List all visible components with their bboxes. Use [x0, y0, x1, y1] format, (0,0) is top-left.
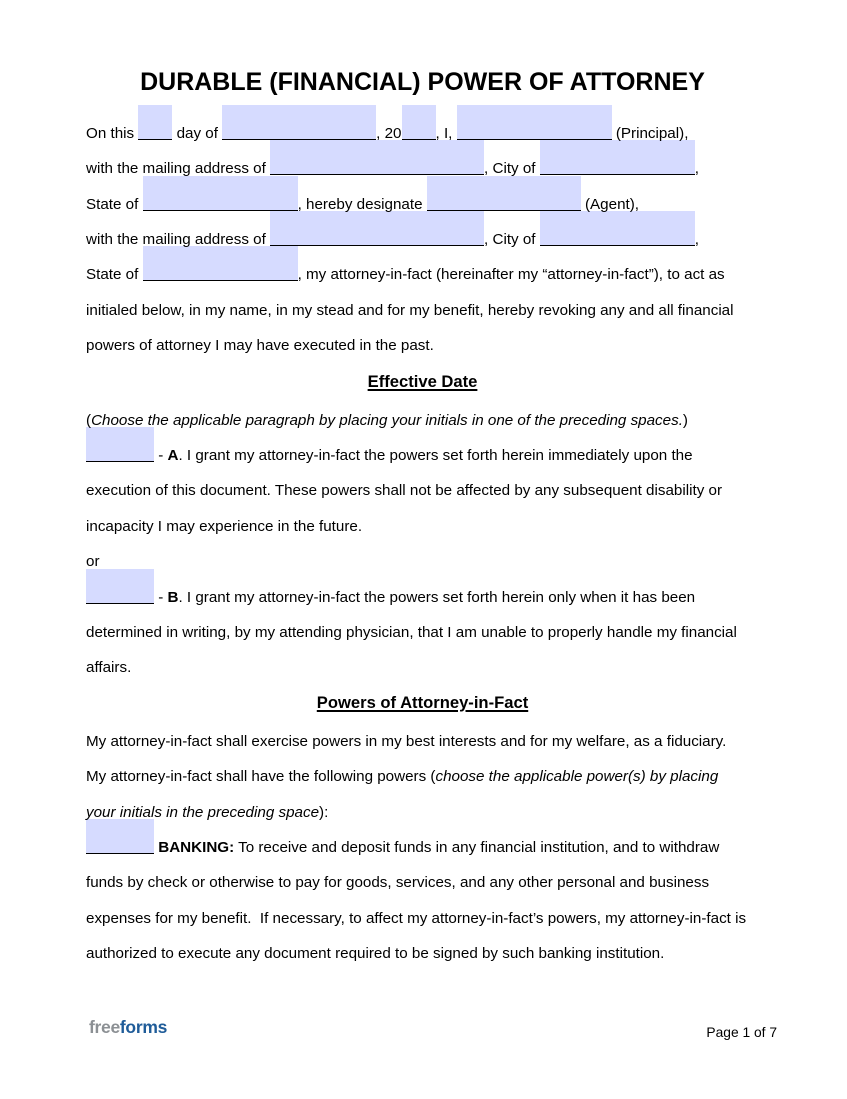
effective-date-instruction: (Choose the applicable paragraph by plac… — [86, 412, 688, 430]
banking-continuation: funds by check or otherwise to pay for g… — [86, 874, 710, 892]
logo-forms: forms — [119, 1017, 168, 1037]
option-a-continuation: execution of this document. These powers… — [86, 482, 723, 500]
option-b-continuation: affairs. — [86, 659, 132, 677]
banking-line: BANKING: To receive and deposit funds in… — [86, 818, 720, 857]
option-b-line: - B. I grant my attorney-in-fact the pow… — [86, 568, 696, 607]
intro-line-6: initialed below, in my name, in my stead… — [86, 301, 734, 319]
banking-continuation: authorized to execute any document requi… — [86, 945, 665, 963]
powers-instruction: choose the applicable power(s) by placin… — [435, 768, 719, 786]
principal-city-field[interactable] — [539, 140, 695, 176]
option-a-dash: - — [154, 446, 168, 464]
powers-text: ): — [319, 803, 329, 821]
banking-continuation: expenses for my benefit. If necessary, t… — [86, 909, 747, 927]
option-a-initials-blank — [86, 426, 154, 462]
option-b-continuation: determined in writing, by my attending p… — [86, 623, 737, 641]
powers-text: My attorney-in-fact shall have the follo… — [86, 768, 436, 786]
intro-text: State of — [86, 266, 143, 284]
agent-state-field[interactable] — [142, 246, 298, 282]
option-a-letter: A — [167, 446, 179, 464]
powers-heading-text: Powers of Attorney-in-Fact — [316, 693, 529, 713]
banking-text: To receive and deposit funds in any fina… — [234, 838, 720, 856]
year-field[interactable] — [401, 104, 436, 140]
instruction-paren-close: ) — [682, 411, 688, 429]
agent-state-blank — [142, 246, 298, 282]
logo-free: free — [89, 1017, 120, 1037]
option-b-text: . I grant my attorney-in-fact the powers… — [178, 588, 696, 606]
effective-date-heading: Effective Date — [0, 372, 845, 392]
banking-initials-field[interactable] — [86, 818, 154, 854]
intro-text: , — [694, 230, 699, 248]
option-a-line: - A. I grant my attorney-in-fact the pow… — [86, 426, 693, 465]
option-b-dash: - — [154, 588, 168, 606]
freeforms-logo: freeforms — [89, 1017, 167, 1037]
option-a-continuation: incapacity I may experience in the futur… — [86, 517, 363, 535]
page-number: Page 1 of 7 — [706, 1025, 777, 1041]
day-blank — [138, 104, 173, 140]
agent-address-blank — [270, 210, 485, 246]
intro-text: On this — [86, 124, 139, 142]
agent-name-field[interactable] — [426, 175, 581, 211]
option-b-letter: B — [167, 588, 179, 606]
option-b-initials-field[interactable] — [86, 568, 154, 604]
principal-address-field[interactable] — [270, 140, 485, 176]
instruction-text: Choose the applicable paragraph by placi… — [91, 411, 683, 429]
intro-line-7: powers of attorney I may have executed i… — [86, 337, 434, 355]
principal-name-field[interactable] — [456, 104, 612, 140]
banking-gap — [154, 839, 158, 856]
powers-heading: Powers of Attorney-in-Fact — [0, 693, 845, 713]
intro-text: State of — [86, 195, 143, 213]
agent-city-blank — [539, 210, 695, 246]
principal-state-field[interactable] — [142, 175, 298, 211]
banking-label: BANKING: — [158, 838, 235, 856]
option-b-initials-blank — [86, 568, 154, 604]
powers-line-2: My attorney-in-fact shall have the follo… — [86, 768, 718, 786]
month-field[interactable] — [222, 104, 377, 140]
banking-initials-blank — [86, 818, 154, 854]
intro-text: , — [694, 160, 699, 178]
agent-city-field[interactable] — [539, 210, 695, 246]
intro-line-5: State of , my attorney-in-fact (hereinaf… — [86, 246, 725, 284]
option-a-text: . I grant my attorney-in-fact the powers… — [178, 446, 693, 464]
powers-line-1: My attorney-in-fact shall exercise power… — [86, 732, 727, 750]
effective-date-heading-text: Effective Date — [367, 371, 478, 391]
agent-address-field[interactable] — [270, 210, 485, 246]
intro-text: day of — [172, 124, 223, 142]
option-a-initials-field[interactable] — [86, 426, 154, 462]
intro-text: , City of — [484, 230, 540, 248]
day-field[interactable] — [138, 104, 173, 140]
document-title: DURABLE (FINANCIAL) POWER OF ATTORNEY — [140, 67, 705, 96]
intro-text: , my attorney-in-fact (hereinafter my “a… — [297, 266, 725, 284]
document-page: DURABLE (FINANCIAL) POWER OF ATTORNEY On… — [0, 0, 847, 1099]
